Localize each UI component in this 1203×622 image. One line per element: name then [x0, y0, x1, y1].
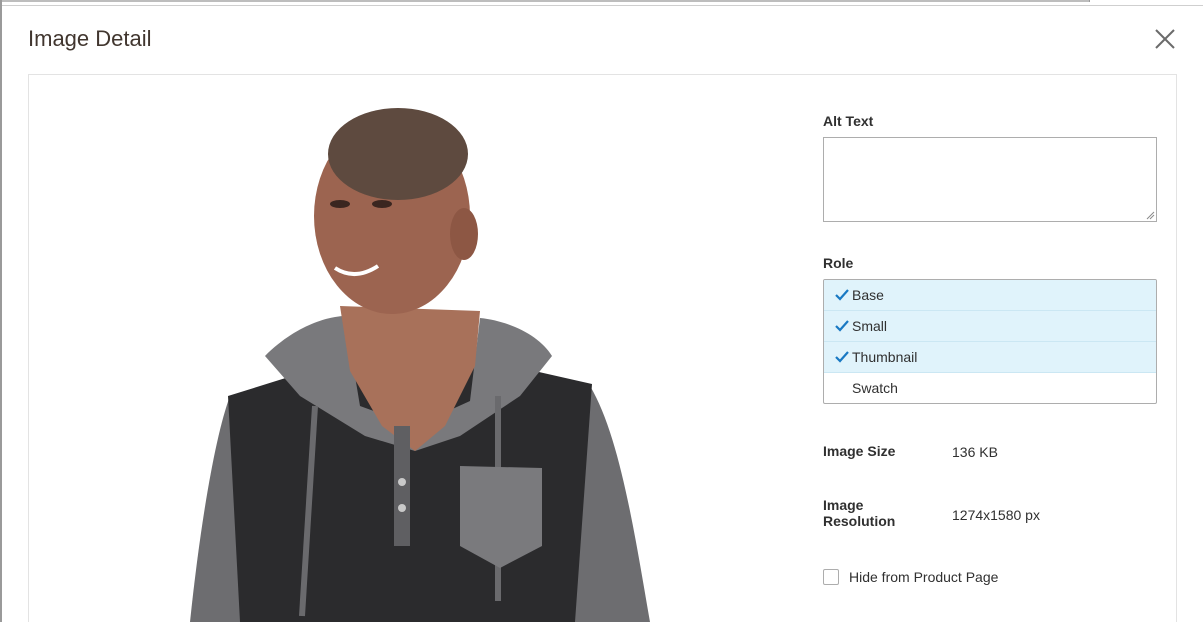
image-resolution-label: Image Resolution — [823, 497, 895, 529]
close-button[interactable] — [1150, 24, 1180, 54]
image-resolution-label-line2: Resolution — [823, 513, 896, 529]
browser-scrollbar-area — [0, 0, 1203, 6]
role-option-label: Small — [852, 318, 888, 334]
alt-text-input[interactable] — [823, 137, 1157, 222]
hide-from-product-page-label[interactable]: Hide from Product Page — [849, 569, 998, 585]
checkmark-icon — [835, 320, 849, 332]
role-option-label: Thumbnail — [852, 349, 918, 365]
image-size-label: Image Size — [823, 443, 896, 459]
hide-from-product-page-checkbox[interactable] — [823, 569, 839, 585]
role-option-small[interactable]: Small — [824, 311, 1156, 342]
role-option-label: Base — [852, 287, 884, 303]
checkmark-icon — [835, 351, 849, 363]
alt-text-label: Alt Text — [823, 113, 874, 129]
image-resolution-label-line1: Image — [823, 497, 864, 513]
modal-title: Image Detail — [28, 26, 152, 51]
resize-grip-icon[interactable] — [1145, 210, 1155, 220]
image-resolution-value: 1274x1580 px — [952, 507, 1040, 523]
image-size-value: 136 KB — [952, 444, 998, 460]
role-multiselect[interactable]: Base Small Thumbnail Swatch — [823, 279, 1157, 404]
role-option-thumbnail[interactable]: Thumbnail — [824, 342, 1156, 373]
role-option-swatch[interactable]: Swatch — [824, 373, 1156, 403]
product-image-preview — [190, 108, 650, 622]
close-x-icon — [1155, 29, 1175, 49]
horizontal-scrollbar[interactable] — [0, 0, 1090, 2]
role-option-label: Swatch — [852, 380, 898, 396]
role-label: Role — [823, 255, 854, 271]
checkmark-icon — [835, 289, 849, 301]
role-option-base[interactable]: Base — [824, 280, 1156, 311]
left-page-edge — [0, 0, 2, 622]
